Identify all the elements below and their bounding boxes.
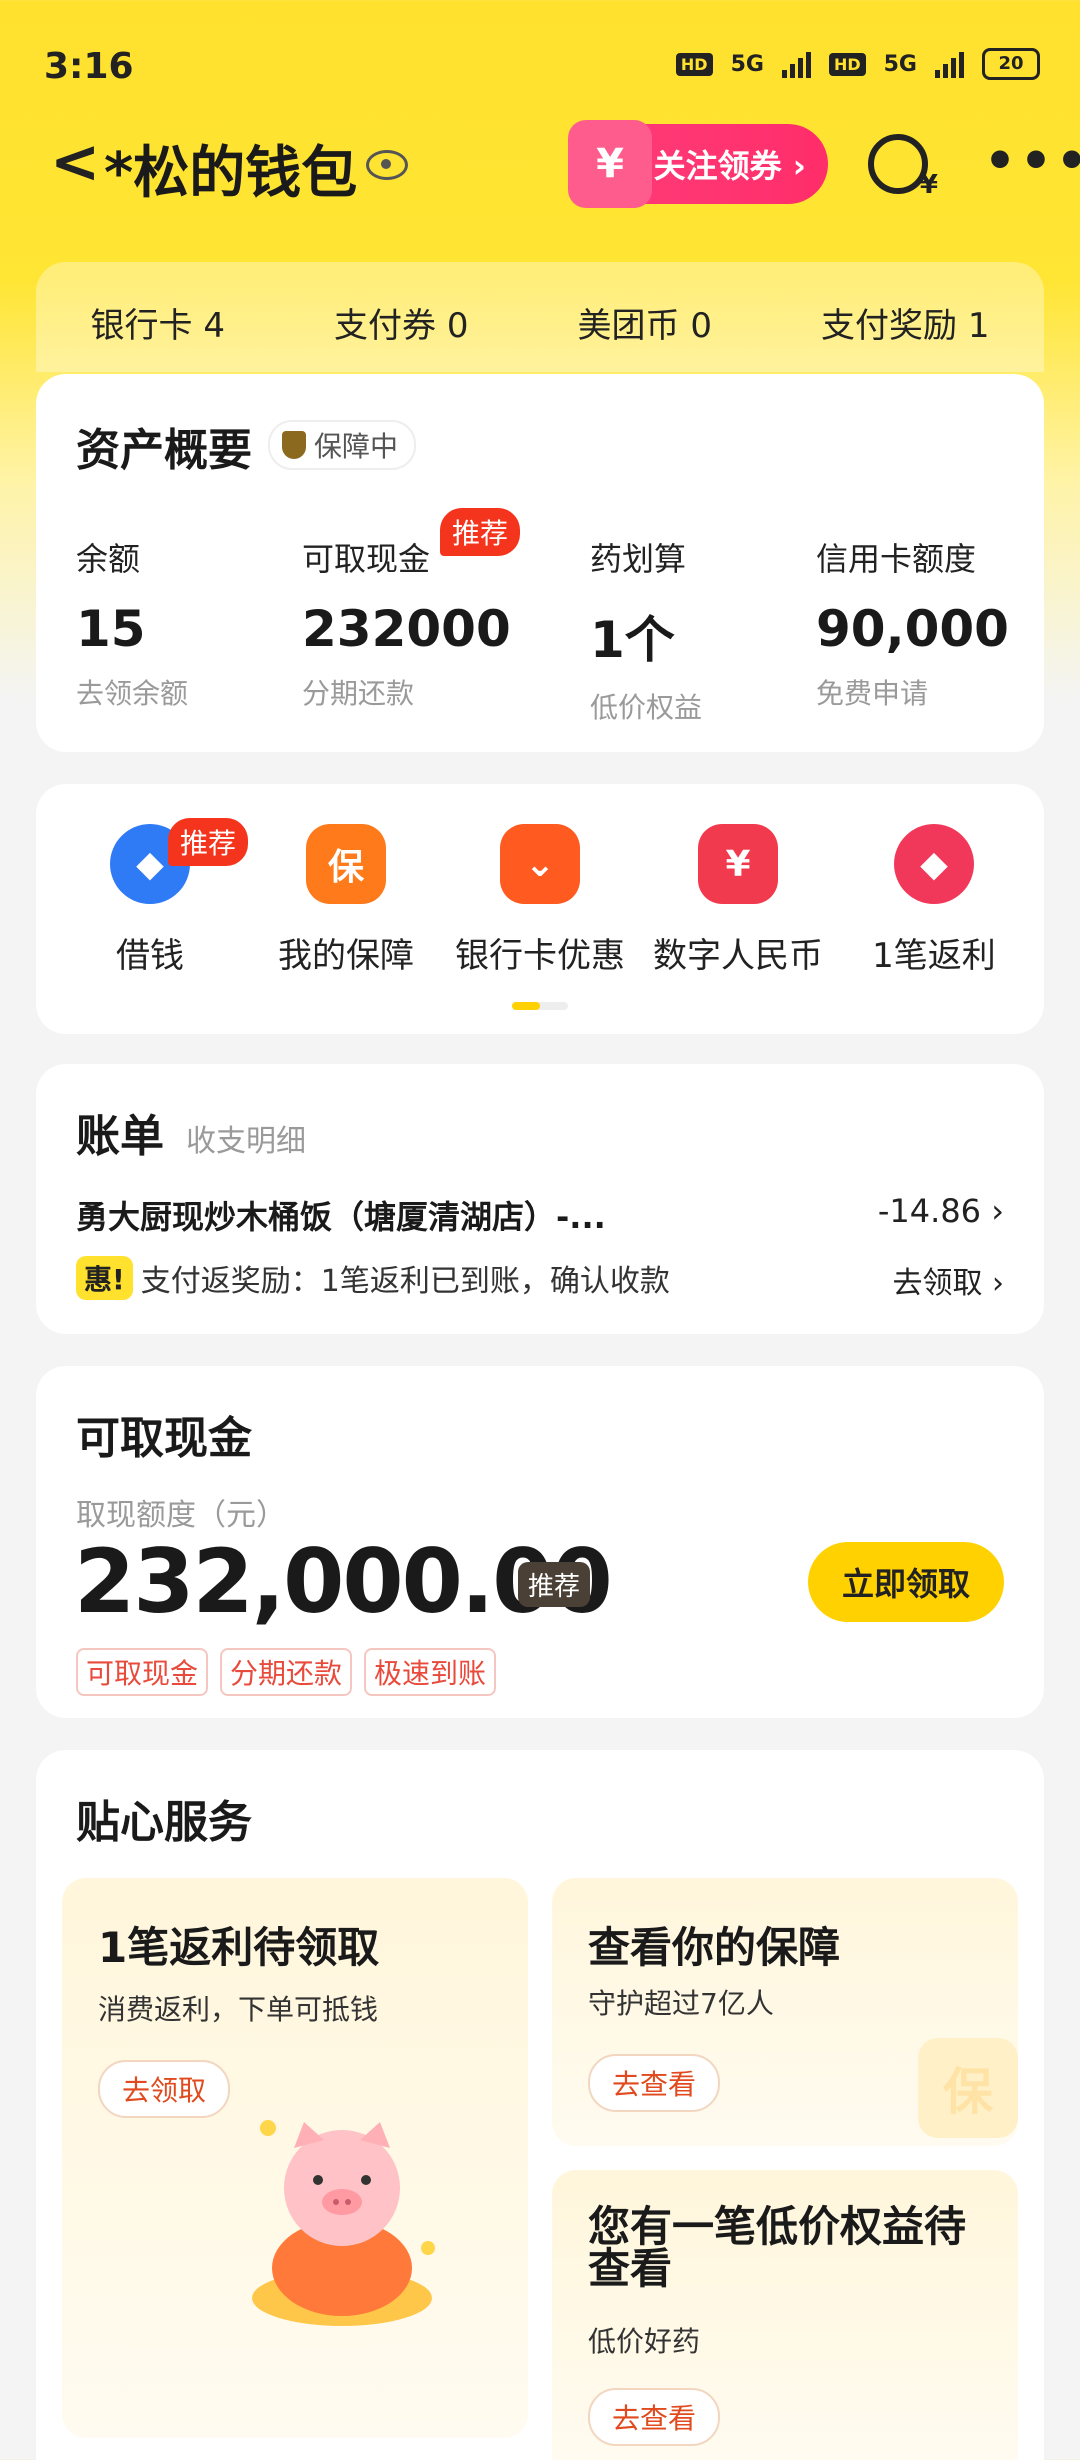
claim-now-button[interactable]: 立即领取: [808, 1542, 1004, 1622]
service-title: 查看你的保障: [588, 1923, 841, 1972]
bill-title: 账单: [76, 1111, 164, 1162]
hd-badge-2: HD: [828, 52, 866, 76]
asset-value: 1个: [590, 611, 675, 669]
insurance-watermark-icon: 保: [918, 2038, 1018, 2138]
eye-icon[interactable]: [366, 150, 408, 180]
chevron-right-icon: ›: [992, 1266, 1004, 1301]
shortcut-label: 借钱: [116, 936, 184, 976]
service-rebate-card[interactable]: 1笔返利待领取 消费返利，下单可抵钱 去领取: [62, 1878, 528, 2438]
recommend-tag: 推荐: [518, 1562, 591, 1607]
tab-reward[interactable]: 支付奖励 1: [801, 298, 1009, 347]
chevron-right-icon: ›: [991, 1192, 1004, 1230]
shortcut-label: 1笔返利: [872, 936, 996, 976]
recommend-tag: 推荐: [168, 818, 249, 866]
bill-card[interactable]: 账单 收支明细 勇大厨现炒木桶饭（塘厦清湖店）-... -14.86 › 惠! …: [36, 1064, 1044, 1334]
digital-rmb-icon: ¥: [698, 824, 778, 904]
shortcut-label: 数字人民币: [653, 936, 823, 976]
service-desc: 守护超过7亿人: [588, 1987, 774, 2020]
services-title: 贴心服务: [76, 1797, 252, 1848]
hd-badge: HD: [675, 52, 713, 76]
bill-amount[interactable]: -14.86 ›: [878, 1192, 1004, 1230]
service-title: 您有一笔低价权益待查看: [588, 2202, 967, 2293]
shortcut-label: 我的保障: [278, 936, 414, 976]
insurance-icon: 保: [306, 824, 386, 904]
coupon-icon: ¥: [568, 120, 652, 208]
service-title: 1笔返利待领取: [98, 1923, 380, 1972]
service-action-button[interactable]: 去查看: [588, 2388, 721, 2446]
status-icons: HD 5G HD 5G 20: [675, 48, 1040, 80]
page-indicator: [512, 1002, 568, 1010]
assets-title: 资产概要: [76, 425, 252, 476]
asset-sub: 低价权益: [590, 691, 703, 724]
asset-credit-card[interactable]: 信用卡额度 90,000 免费申请: [816, 534, 1009, 712]
status-time: 3:16: [44, 46, 134, 87]
shortcut-bank-offer[interactable]: ⌄ 银行卡优惠: [450, 824, 630, 977]
wallet-settings-icon[interactable]: ¥: [868, 134, 938, 200]
guard-badge[interactable]: 保障中: [268, 420, 417, 470]
service-action-button[interactable]: 去查看: [588, 2054, 721, 2112]
asset-label: 药划算: [590, 540, 687, 578]
back-button[interactable]: <: [50, 132, 100, 192]
asset-label: 余额: [76, 540, 141, 578]
bill-merchant: 勇大厨现炒木桶饭（塘厦清湖店）-...: [76, 1198, 606, 1236]
promo-text: 支付返奖励：1笔返利已到账，确认收款: [140, 1264, 670, 1299]
asset-sub: 分期还款: [302, 677, 415, 710]
assets-card: 资产概要 保障中 余额 15 去领余额 可取现金 232000 分期还款 推荐 …: [36, 374, 1044, 752]
chip: 极速到账: [364, 1648, 497, 1696]
signal-icon-2: [935, 50, 964, 78]
service-desc: 低价好药: [588, 2325, 701, 2358]
promo-row: 惠! 支付返奖励：1笔返利已到账，确认收款: [76, 1256, 670, 1300]
pig-mascot-icon: [252, 2120, 435, 2326]
asset-value: 15: [76, 600, 146, 658]
shortcut-digital-rmb[interactable]: ¥ 数字人民币: [648, 824, 828, 977]
shortcut-card: ◆ 借钱 推荐 保 我的保障 ⌄ 银行卡优惠 ¥ 数字人民币 ◆ 1笔返利: [36, 784, 1044, 1034]
bill-subtitle[interactable]: 收支明细: [186, 1116, 306, 1160]
asset-balance[interactable]: 余额 15 去领余额: [76, 534, 188, 712]
service-desc: 消费返利，下单可抵钱: [98, 1993, 379, 2026]
network-label: 5G: [730, 51, 764, 77]
rebate-icon: ◆: [894, 824, 974, 904]
recommend-tag: 推荐: [440, 508, 521, 556]
asset-cash[interactable]: 可取现金 232000 分期还款: [302, 534, 511, 712]
page-title: *松的钱包: [104, 141, 358, 206]
cash-title: 可取现金: [76, 1413, 252, 1464]
more-button[interactable]: •••: [984, 136, 1080, 186]
network-label-2: 5G: [883, 51, 917, 77]
service-benefit-card[interactable]: 您有一笔低价权益待查看 低价好药 去查看: [552, 2170, 1018, 2460]
asset-medicine[interactable]: 药划算 1个 低价权益: [590, 534, 702, 726]
chip: 分期还款: [220, 1648, 353, 1696]
shield-icon: [282, 431, 306, 459]
promo-claim-link[interactable]: 去领取 ›: [892, 1258, 1004, 1302]
service-insurance-card[interactable]: 查看你的保障 守护超过7亿人 去查看 保: [552, 1878, 1018, 2146]
guard-badge-label: 保障中: [314, 430, 399, 463]
bank-offer-icon: ⌄: [500, 824, 580, 904]
cash-chips: 可取现金 分期还款 极速到账: [76, 1648, 508, 1696]
chip: 可取现金: [76, 1648, 209, 1696]
tab-meituan-coin[interactable]: 美团币 0: [558, 298, 732, 347]
service-action-button[interactable]: 去领取: [98, 2060, 231, 2118]
asset-sub: 免费申请: [816, 677, 929, 710]
signal-icon: [781, 50, 811, 78]
shortcut-insurance[interactable]: 保 我的保障: [256, 824, 436, 977]
asset-sub: 去领余额: [76, 677, 189, 710]
shortcut-label: 银行卡优惠: [455, 936, 625, 976]
battery-icon: 20: [982, 48, 1040, 80]
tab-coupon[interactable]: 支付券 0: [314, 298, 488, 347]
promo-tag: 惠!: [76, 1256, 133, 1300]
cash-card: 可取现金 取现额度（元） 232,000.00 推荐 立即领取 可取现金 分期还…: [36, 1366, 1044, 1718]
cash-sub: 取现额度（元）: [76, 1498, 286, 1533]
services-card: 贴心服务 1笔返利待领取 消费返利，下单可抵钱 去领取 查看你的保障 守护超过7…: [36, 1750, 1044, 2460]
shortcut-rebate[interactable]: ◆ 1笔返利: [844, 824, 1024, 977]
tab-bank-card[interactable]: 银行卡 4: [71, 298, 245, 347]
asset-value: 90,000: [816, 600, 1009, 658]
asset-value: 232000: [302, 600, 511, 658]
bill-amount-value: -14.86: [877, 1192, 982, 1230]
promo-action-label: 去领取: [892, 1266, 983, 1301]
asset-label: 信用卡额度: [816, 540, 977, 578]
asset-tabs: 银行卡 4 支付券 0 美团币 0 支付奖励 1: [36, 262, 1044, 372]
